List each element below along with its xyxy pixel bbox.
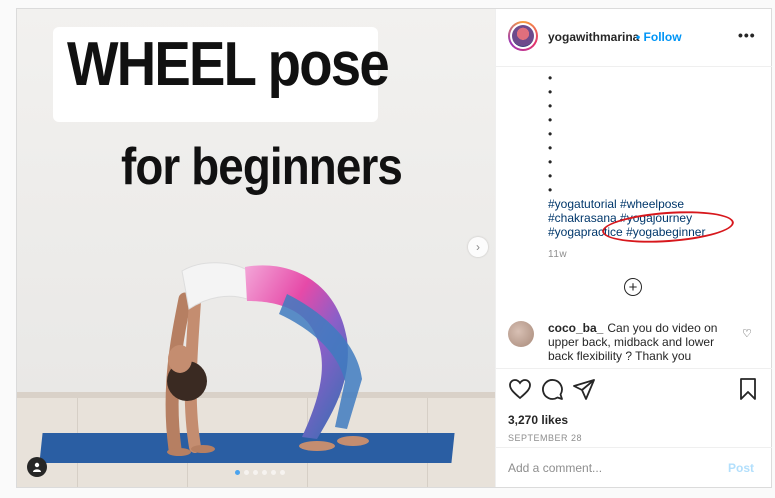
caption-bullet: • [548, 155, 553, 169]
chevron-right-icon: › [476, 240, 480, 254]
caption-bullet: • [548, 71, 553, 85]
likes-count[interactable]: 3,270 likes [508, 413, 568, 427]
instagram-post: WHEEL pose for beginners › yogawithmarin… [16, 8, 772, 488]
comment-like-heart-icon[interactable]: ♡ [742, 327, 752, 340]
user-tag-icon [33, 462, 41, 472]
share-paper-plane-icon[interactable] [572, 377, 596, 401]
hashtag-line[interactable]: #yogatutorial #wheelpose [548, 197, 738, 211]
caption-bullet: • [548, 183, 553, 197]
username-link[interactable]: yogawithmarina [548, 30, 639, 44]
caption-bullet: • [548, 113, 553, 127]
carousel-dot [271, 470, 276, 475]
post-comment-button[interactable]: Post [728, 461, 754, 475]
next-slide-button[interactable]: › [468, 237, 488, 257]
like-heart-icon[interactable] [508, 377, 532, 401]
carousel-dot [253, 470, 258, 475]
post-header: yogawithmarina • Follow ••• [496, 9, 772, 67]
avatar-image [512, 25, 534, 47]
commenter-avatar[interactable] [508, 321, 534, 347]
add-comment-bar: Post [496, 447, 772, 488]
more-options-icon[interactable]: ••• [738, 27, 756, 43]
carousel-dot [244, 470, 249, 475]
caption-bullet: • [548, 99, 553, 113]
caption-bullet: • [548, 141, 553, 155]
avatar-ring-inner [510, 23, 536, 49]
load-more-comments-button[interactable]: + [624, 278, 642, 296]
post-side-panel: yogawithmarina • Follow ••• • • • • • • … [495, 9, 772, 487]
carousel-dot [280, 470, 285, 475]
separator-dot: • [636, 30, 641, 44]
caption-bullet: • [548, 169, 553, 183]
avatar[interactable] [508, 21, 538, 51]
caption-bullet: • [548, 127, 553, 141]
user-tag-button[interactable] [27, 457, 47, 477]
carousel-dot [262, 470, 267, 475]
save-bookmark-icon[interactable] [736, 377, 760, 401]
wheel-pose-figure [165, 262, 369, 456]
post-media[interactable]: WHEEL pose for beginners › [17, 9, 495, 487]
follow-label: Follow [643, 30, 682, 44]
comment-text: coco_ba_ Can you do video on upper back, … [548, 321, 738, 363]
comment-input[interactable] [508, 456, 708, 480]
caption-bullet: • [548, 85, 553, 99]
carousel-dot-active [235, 470, 240, 475]
comment-bubble-icon[interactable] [540, 377, 564, 401]
commenter-username[interactable]: coco_ba_ [548, 321, 603, 335]
post-date: SEPTEMBER 28 [508, 433, 583, 443]
carousel-indicator [235, 470, 285, 475]
follow-button[interactable]: • Follow [636, 30, 682, 44]
post-age[interactable]: 11w [548, 249, 758, 260]
